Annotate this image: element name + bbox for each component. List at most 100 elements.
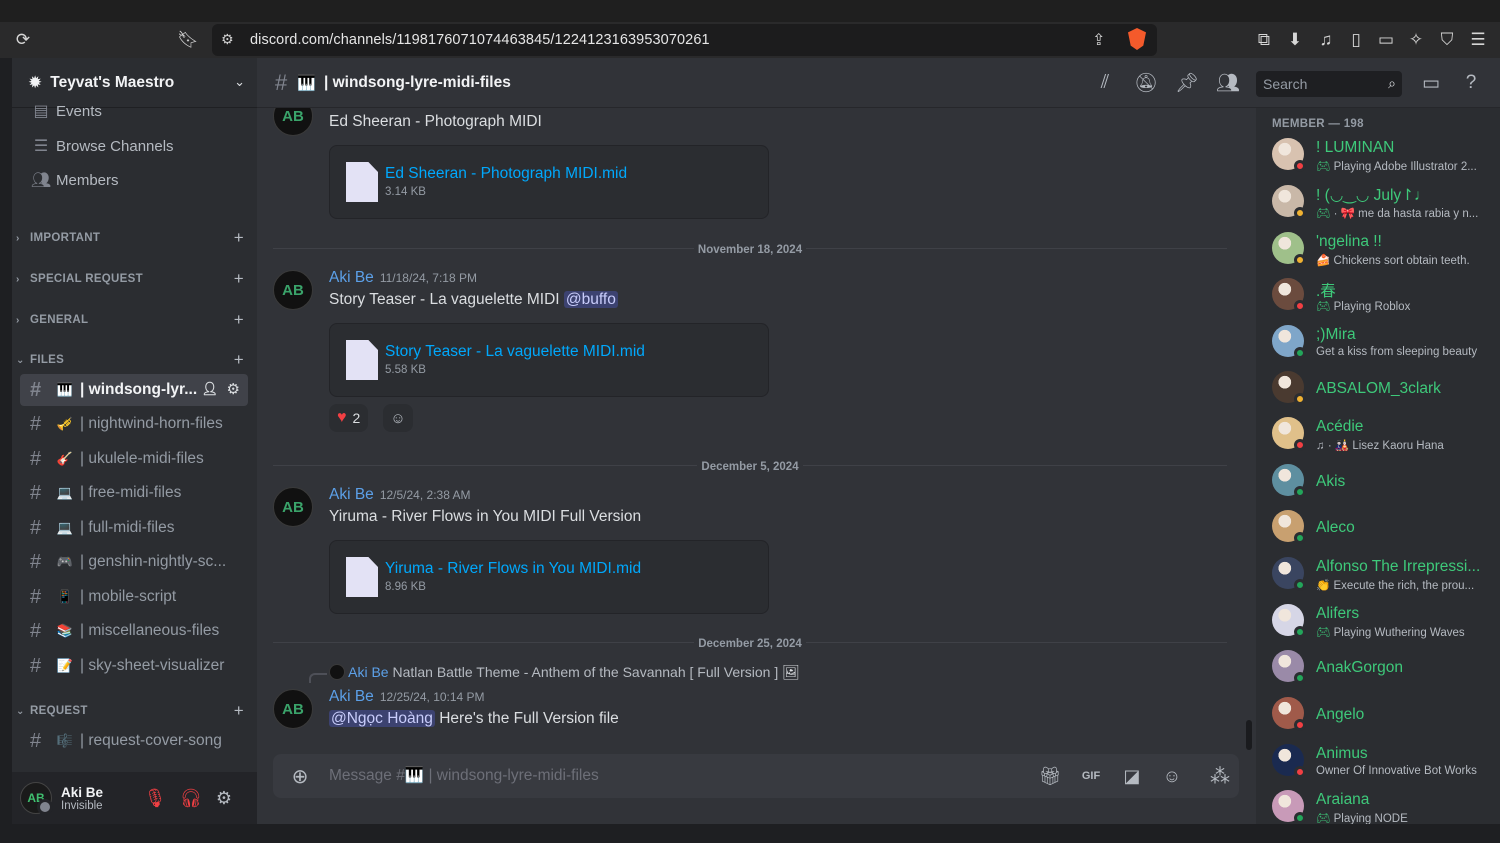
leo-ai-icon[interactable]: ✧ [1402,22,1430,58]
member-item[interactable]: Araiana 🎮︎ Playing NODE [1264,786,1492,824]
member-item[interactable]: ! (◡‿◡ July↾♩ 🎮︎ · 🎀 me da hasta rabia y n… [1264,181,1492,225]
category-files[interactable]: ⌄ FILES + [16,350,244,370]
message-author[interactable]: Aki Be [329,688,374,705]
message-composer[interactable]: ⊕ Message #🎹 | windsong-lyre-midi-files … [273,754,1239,798]
member-activity-row: 👏 Execute the rich, the prou... [1316,578,1492,592]
notification-settings-icon[interactable]: 🔕︎ [1133,71,1159,95]
user-mention[interactable]: @Ngọc Hoàng [329,710,435,727]
sidebar-toggle-icon[interactable]: ▯ [1342,22,1370,58]
sidebar-item-members[interactable]: 👥︎ Members [20,164,248,196]
member-item[interactable]: 'ngelina !! 🍰 Chickens sort obtain teeth. [1264,228,1492,272]
member-item[interactable]: ABSALOM_3clark [1264,367,1492,411]
user-info[interactable]: Aki Be Invisible [61,785,103,812]
avatar[interactable]: AB [273,689,313,729]
avatar[interactable]: AB [273,270,313,310]
file-name-link[interactable]: Yiruma - River Flows in You MIDI.mid [385,560,641,578]
deafen-icon[interactable]: 🎧︎ [175,782,207,814]
channel-genshin-nightly-script[interactable]: # 🎮 | genshin-nightly-sc... [20,546,248,578]
user-mention[interactable]: @buffo [563,291,618,308]
gear-icon[interactable]: ⚙︎ [227,380,240,398]
member-name: 'ngelina !! [1316,233,1382,250]
member-list-icon[interactable]: 👥︎ [1215,71,1241,95]
channel-free-midi-files[interactable]: # 💻 | free-midi-files [20,477,248,509]
gift-icon[interactable]: 🎁︎ [1037,764,1063,788]
channel-mobile-script[interactable]: # 📱 | mobile-script [20,581,248,613]
threads-icon[interactable]: ⫽ [1092,71,1118,95]
file-attachment[interactable]: Yiruma - River Flows in You MIDI.mid 8.9… [329,540,769,614]
member-item[interactable]: AnakGorgon [1264,646,1492,690]
category-important[interactable]: › IMPORTANT + [16,228,244,248]
file-attachment[interactable]: Story Teaser - La vaguelette MIDI.mid 5.… [329,323,769,397]
avatar[interactable]: AB [273,108,313,136]
upload-plus-icon[interactable]: ⊕ [287,764,313,788]
avatar[interactable]: AB [273,487,313,527]
share-icon[interactable]: ⇪ [1092,30,1105,50]
channel-miscellaneous-files[interactable]: # 📚 | miscellaneous-files [20,615,248,647]
create-channel-icon[interactable]: + [234,228,244,248]
scroll-thumb[interactable] [1246,720,1252,750]
brave-shield-icon[interactable] [1128,28,1146,50]
message-author[interactable]: Aki Be [329,486,374,503]
search-input[interactable]: Search ⌕ [1256,71,1402,97]
sticker-icon[interactable]: ◪ [1119,764,1145,788]
member-item[interactable]: ;)Mira Get a kiss from sleeping beauty [1264,321,1492,365]
category-request[interactable]: ⌄ REQUEST + [16,701,244,721]
address-bar[interactable]: ⚙︎ discord.com/channels/1198176071074463… [212,24,1157,56]
reaction-heart[interactable]: ♥ 2 [329,404,369,432]
help-icon[interactable]: ? [1458,71,1484,95]
avatar[interactable]: AB [20,782,53,815]
channel-full-midi-files[interactable]: # 💻 | full-midi-files [20,512,248,544]
menu-icon[interactable]: ☰ [1464,22,1492,58]
member-item[interactable]: Alifers 🎮︎ Playing Wuthering Waves [1264,600,1492,644]
member-name: Akis [1316,473,1346,490]
media-icon[interactable]: ♫ [1312,22,1340,58]
extensions-icon[interactable]: ⧉ [1250,22,1278,58]
wallet-icon[interactable]: ▭ [1372,22,1400,58]
member-item[interactable]: ! LUMINAN 🎮︎ Playing Adobe Illustrator 2..… [1264,134,1492,178]
file-name-link[interactable]: Ed Sheeran - Photograph MIDI.mid [385,165,627,183]
create-channel-icon[interactable]: + [234,350,244,370]
member-item[interactable]: Akis [1264,460,1492,504]
channel-sky-sheet-visualizer[interactable]: # 📝 | sky-sheet-visualizer [20,650,248,682]
reply-author[interactable]: Aki Be [348,664,388,680]
reload-icon[interactable]: ⟳ [9,22,37,58]
user-settings-gear-icon[interactable]: ⚙︎ [208,782,240,814]
invite-icon[interactable]: 👤︎ [201,381,218,397]
file-attachment[interactable]: Ed Sheeran - Photograph MIDI.mid 3.14 KB [329,145,769,219]
emoji-icon[interactable]: ☺ [1159,764,1185,788]
apps-icon[interactable]: ⁂ [1200,754,1240,798]
download-icon[interactable]: ⬇ [1281,22,1309,58]
reply-preview[interactable]: Aki Be Natlan Battle Theme - Anthem of t… [329,664,800,681]
create-channel-icon[interactable]: + [234,269,244,289]
gif-icon[interactable]: GIF [1078,764,1104,788]
inbox-icon[interactable]: ▭ [1418,71,1444,95]
channel-nightwind-horn-files[interactable]: # 🎺 | nightwind-horn-files [20,408,248,440]
member-item[interactable]: Animus Owner Of Innovative Bot Works [1264,740,1492,784]
member-item[interactable]: Alfonso The Irrepressi... 👏 Execute the r… [1264,553,1492,597]
vpn-icon[interactable]: ⛉ [1433,22,1461,58]
channel-windsong-lyre-midi-files[interactable]: # 🎹 | windsong-lyr... 👤︎ ⚙︎ [20,374,248,406]
category-general[interactable]: › GENERAL + [16,310,244,330]
chevron-down-icon[interactable]: ⌄ [234,74,245,90]
channel-request-cover-song[interactable]: # 🎼 | request-cover-song [20,725,248,757]
pinned-messages-icon[interactable]: 📌︎ [1174,71,1200,95]
bookmark-icon[interactable]: 🔖︎ [174,22,202,58]
date-divider: December 5, 2024 [273,461,1227,473]
site-settings-icon[interactable]: ⚙︎ [221,31,234,48]
member-item[interactable]: Angelo [1264,693,1492,737]
category-special-request[interactable]: › SPECIAL REQUEST + [16,269,244,289]
message-author[interactable]: Aki Be [329,269,374,286]
add-reaction-icon[interactable]: ☺ [383,404,413,432]
member-item[interactable]: .春 🎮︎ Playing Roblox [1264,274,1492,318]
file-name-link[interactable]: Story Teaser - La vaguelette MIDI.mid [385,343,645,361]
message-scrollbar[interactable] [1242,108,1256,750]
mute-microphone-icon[interactable]: 🎙︎ [139,782,171,814]
message-text-row: @Ngọc Hoàng Here's the Full Version file [329,710,619,728]
create-channel-icon[interactable]: + [234,310,244,330]
channel-ukulele-midi-files[interactable]: # 🎸 | ukulele-midi-files [20,443,248,475]
sidebar-item-events[interactable]: ▤ Events [20,96,248,126]
member-item[interactable]: Aleco [1264,506,1492,550]
sidebar-item-browse-channels[interactable]: ☰ Browse Channels [20,130,248,162]
create-channel-icon[interactable]: + [234,701,244,721]
member-item[interactable]: Acédie ♫ · 🎎 Lisez Kaoru Hana [1264,413,1492,457]
